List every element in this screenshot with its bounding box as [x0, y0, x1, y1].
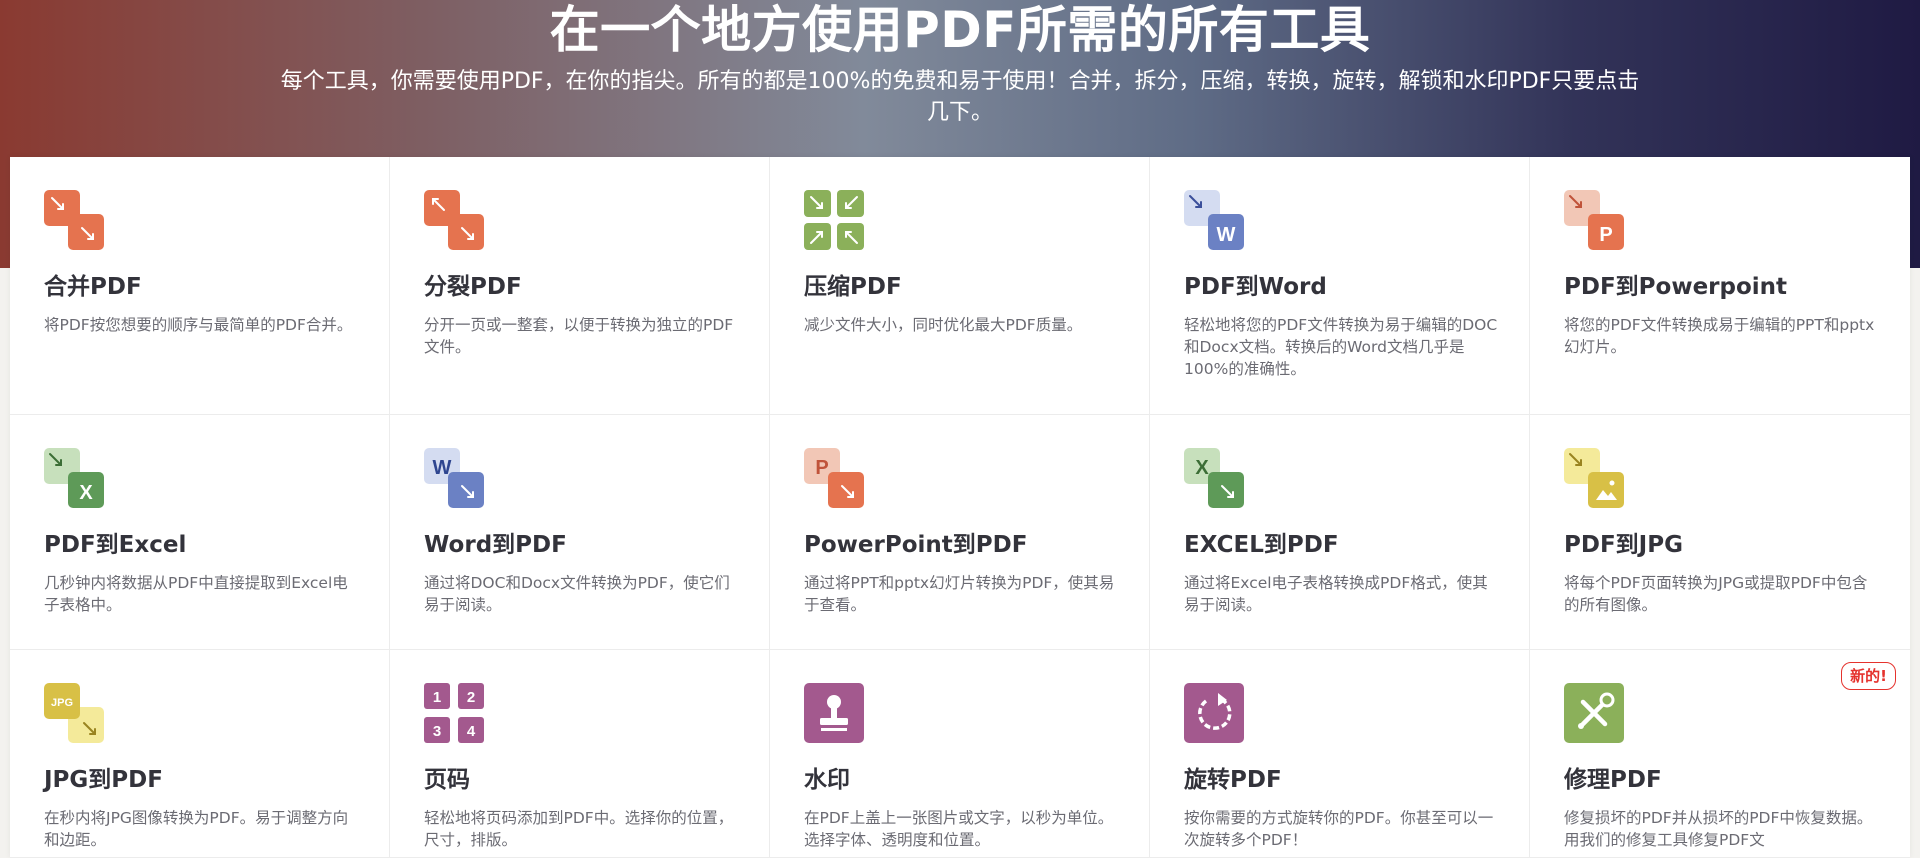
- svg-text:4: 4: [467, 723, 476, 740]
- split-pdf-icon: [424, 190, 484, 250]
- tool-card[interactable]: 旋转PDF 按你需要的方式旋转你的PDF。你甚至可以一次旋转多个PDF！: [1150, 650, 1530, 858]
- pdf-to-powerpoint-icon: P: [1564, 190, 1624, 250]
- tool-title: PowerPoint到PDF: [804, 532, 1028, 558]
- tool-description: 将PDF按您想要的顺序与最简单的PDF合并。: [44, 316, 353, 334]
- page-numbers-icon: 1 2 3 4: [424, 683, 484, 743]
- tool-title: 分裂PDF: [424, 274, 522, 300]
- tool-description: 轻松地将页码添加到PDF中。选择你的位置，尺寸，排版。: [424, 809, 734, 849]
- tool-title: Word到PDF: [424, 532, 567, 558]
- tool-card[interactable]: X EXCEL到PDF 通过将Excel电子表格转换成PDF格式，使其易于阅读。: [1150, 415, 1530, 650]
- tool-card[interactable]: 分裂PDF 分开一页或一整套，以便于转换为独立的PDF文件。: [390, 157, 770, 415]
- tool-card[interactable]: 压缩PDF 减少文件大小，同时优化最大PDF质量。: [770, 157, 1150, 415]
- tool-title: PDF到JPG: [1564, 532, 1683, 558]
- svg-text:JPG: JPG: [51, 697, 73, 709]
- word-to-pdf-icon: W: [424, 448, 484, 508]
- tool-title: 页码: [424, 767, 470, 793]
- svg-text:P: P: [1599, 224, 1612, 246]
- excel-to-pdf-icon: X: [1184, 448, 1244, 508]
- jpg-to-pdf-icon: JPG: [44, 683, 104, 743]
- pdf-to-jpg-icon: [1564, 448, 1624, 508]
- tool-title: EXCEL到PDF: [1184, 532, 1339, 558]
- tool-description: 减少文件大小，同时优化最大PDF质量。: [804, 316, 1083, 334]
- merge-pdf-icon: [44, 190, 104, 250]
- tools-grid: 合并PDF 将PDF按您想要的顺序与最简单的PDF合并。 分裂PDF 分开一页或一整…: [10, 157, 1910, 858]
- tool-title: 修理PDF: [1564, 767, 1662, 793]
- svg-text:W: W: [433, 457, 452, 479]
- powerpoint-to-pdf-icon: P: [804, 448, 864, 508]
- tool-card[interactable]: 水印在PDF上盖上一张图片或文字，以秒为单位。选择字体、透明度和位置。: [770, 650, 1150, 858]
- tool-title: 水印: [804, 767, 850, 793]
- tool-description: 在秒内将JPG图像转换为PDF。易于调整方向和边距。: [44, 809, 349, 849]
- watermark-stamp-icon: [804, 683, 864, 743]
- svg-text:P: P: [815, 457, 828, 479]
- tool-title: PDF到Word: [1184, 274, 1327, 300]
- svg-text:1: 1: [433, 689, 441, 706]
- tool-card[interactable]: W PDF到Word 轻松地将您的PDF文件转换为易于编辑的DOC和Docx文档。转…: [1150, 157, 1530, 415]
- tool-title: PDF到Powerpoint: [1564, 274, 1788, 300]
- tool-description: 分开一页或一整套，以便于转换为独立的PDF文件。: [424, 316, 734, 356]
- tool-title: 合并PDF: [44, 274, 142, 300]
- svg-text:2: 2: [467, 689, 475, 706]
- tool-description: 修复损坏的PDF并从损坏的PDF中恢复数据。用我们的修复工具修复PDF文: [1564, 809, 1873, 849]
- tool-description: 按你需要的方式旋转你的PDF。你甚至可以一次旋转多个PDF！: [1184, 809, 1494, 849]
- compress-pdf-icon: [804, 190, 864, 250]
- svg-text:X: X: [79, 482, 93, 504]
- tool-title: 旋转PDF: [1184, 767, 1282, 793]
- svg-text:3: 3: [433, 723, 441, 740]
- tool-title: JPG到PDF: [44, 767, 163, 793]
- tool-description: 轻松地将您的PDF文件转换为易于编辑的DOC和Docx文档。转换后的Word文档…: [1184, 316, 1498, 378]
- tool-description: 通过将DOC和Docx文件转换为PDF，使它们易于阅读。: [424, 574, 730, 614]
- new-badge: 新的!: [1841, 662, 1896, 690]
- tool-card[interactable]: W Word到PDF 通过将DOC和Docx文件转换为PDF，使它们易于阅读。: [390, 415, 770, 650]
- page-subtitle: 每个工具，你需要使用PDF，在你的指尖。所有的都是100%的免费和易于使用！合并…: [280, 69, 1640, 125]
- pdf-to-word-icon: W: [1184, 190, 1244, 250]
- tool-card[interactable]: X PDF到Excel 几秒钟内将数据从PDF中直接提取到Excel电子表格中。: [10, 415, 390, 650]
- tool-card[interactable]: P PowerPoint到PDF 通过将PPT和pptx幻灯片转换为PDF，使其易…: [770, 415, 1150, 650]
- tool-card[interactable]: PDF到JPG 将每个PDF页面转换为JPG或提取PDF中包含的所有图像。: [1530, 415, 1910, 650]
- tool-card[interactable]: 修理PDF 修复损坏的PDF并从损坏的PDF中恢复数据。用我们的修复工具修复PDF…: [1530, 650, 1910, 858]
- tool-description: 通过将Excel电子表格转换成PDF格式，使其易于阅读。: [1184, 574, 1488, 614]
- pdf-to-excel-icon: X: [44, 448, 104, 508]
- tool-description: 在PDF上盖上一张图片或文字，以秒为单位。选择字体、透明度和位置。: [804, 809, 1114, 849]
- svg-text:W: W: [1217, 224, 1236, 246]
- tool-description: 将每个PDF页面转换为JPG或提取PDF中包含的所有图像。: [1564, 574, 1868, 614]
- tool-description: 将您的PDF文件转换成易于编辑的PPT和pptx幻灯片。: [1564, 316, 1875, 356]
- tool-title: PDF到Excel: [44, 532, 187, 558]
- rotate-pdf-icon: [1184, 683, 1244, 743]
- svg-text:X: X: [1195, 457, 1209, 479]
- tool-card[interactable]: P PDF到Powerpoint 将您的PDF文件转换成易于编辑的PPT和pptx幻…: [1530, 157, 1910, 415]
- repair-pdf-icon: [1564, 683, 1624, 743]
- tool-description: 通过将PPT和pptx幻灯片转换为PDF，使其易于查看。: [804, 574, 1115, 614]
- tool-card[interactable]: 合并PDF 将PDF按您想要的顺序与最简单的PDF合并。: [10, 157, 390, 415]
- tool-description: 几秒钟内将数据从PDF中直接提取到Excel电子表格中。: [44, 574, 348, 614]
- tool-title: 压缩PDF: [804, 274, 902, 300]
- page-title: 在一个地方使用PDF所需的所有工具: [549, 1, 1371, 59]
- tool-card[interactable]: JPG JPG到PDF 在秒内将JPG图像转换为PDF。易于调整方向和边距。: [10, 650, 390, 858]
- tool-card[interactable]: 1 2 3 4 页码轻松地将页码添加到PDF中。选择你的位置，尺寸，排版。: [390, 650, 770, 858]
